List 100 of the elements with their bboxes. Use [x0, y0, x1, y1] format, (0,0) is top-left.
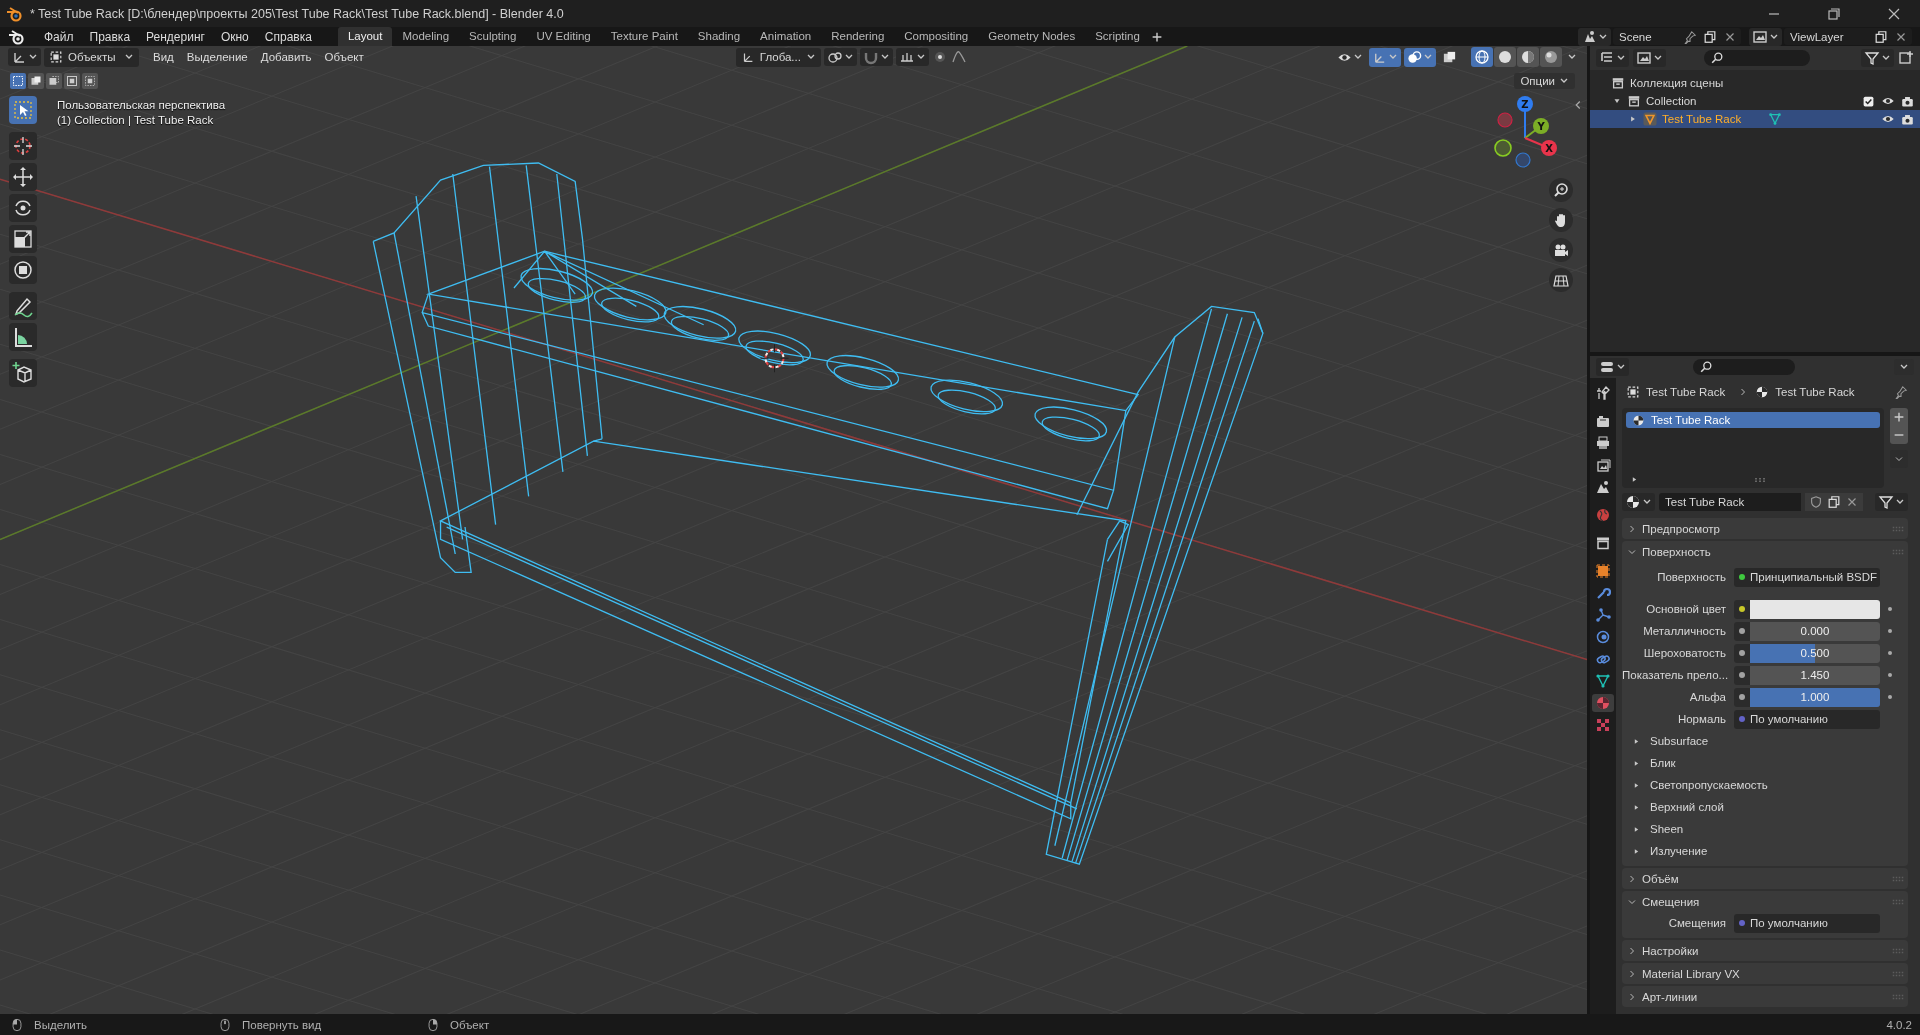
panel-header[interactable]: Поверхность [1622, 541, 1908, 562]
slider[interactable]: 1.000 [1750, 687, 1880, 707]
keyframe-dot-icon[interactable] [1887, 694, 1893, 700]
workspace-tab[interactable]: Texture Paint [600, 27, 688, 46]
add-cube-tool[interactable] [9, 359, 37, 387]
falloff-icon[interactable] [950, 49, 967, 65]
socket-icon[interactable] [1738, 605, 1746, 613]
material-browse-selector[interactable] [1622, 493, 1655, 511]
scale-tool[interactable] [9, 225, 37, 253]
annotate-tool[interactable] [9, 292, 37, 320]
negative-axis-handle[interactable] [1515, 152, 1531, 168]
view-layer-field[interactable]: ViewLayer [1784, 28, 1912, 45]
panel-header[interactable]: Объём [1622, 868, 1908, 889]
panel-header[interactable]: Арт-линии [1622, 986, 1908, 1007]
cursor-tool[interactable] [9, 132, 37, 160]
restore-icon[interactable] [1826, 5, 1842, 22]
color-swatch[interactable] [1750, 599, 1880, 619]
scene-field[interactable]: Scene [1613, 28, 1741, 45]
editor-type-selector[interactable] [1596, 49, 1629, 67]
selection-mode-button[interactable] [28, 73, 44, 89]
number-field[interactable]: 1.450 [1750, 665, 1880, 685]
breadcrumb-item[interactable]: Test Tube Rack [1775, 386, 1855, 398]
socket-icon[interactable] [1738, 693, 1746, 701]
measure-tool[interactable] [9, 323, 37, 351]
filter-selector[interactable] [1861, 49, 1894, 67]
search-field[interactable] [1704, 50, 1810, 66]
material-name-field[interactable]: Test Tube Rack [1659, 493, 1801, 511]
subpanel-header[interactable]: Subsurface [1632, 735, 1709, 747]
zoom-icon[interactable] [1553, 182, 1569, 198]
expand-icon[interactable] [1630, 475, 1639, 484]
menu-item[interactable]: Справка [256, 29, 320, 44]
search-field[interactable] [1693, 359, 1795, 375]
subpanel-header[interactable]: Излучение [1632, 845, 1708, 857]
keyframe-dot-icon[interactable] [1887, 628, 1893, 634]
negative-axis-handle[interactable] [1497, 112, 1513, 128]
copy-icon[interactable] [1874, 29, 1888, 44]
axis-handle[interactable]: Z [1517, 96, 1533, 139]
select-box-tool[interactable] [9, 96, 37, 124]
socket-icon[interactable] [1738, 627, 1746, 635]
outliner-row[interactable]: Collection [1590, 92, 1920, 110]
keyframe-dot-icon[interactable] [1887, 606, 1893, 612]
checkbox-icon[interactable] [1862, 94, 1875, 108]
axis-handle[interactable]: Y [1524, 118, 1549, 139]
orientation-dropdown[interactable]: Глоба... [735, 47, 821, 67]
menu-item[interactable]: Добавить [255, 51, 317, 63]
shading-button[interactable] [1494, 47, 1516, 67]
display-mode-selector[interactable] [1633, 49, 1666, 67]
slider[interactable]: 0.500 [1750, 643, 1880, 663]
workspace-tab[interactable]: Geometry Nodes [978, 27, 1086, 46]
rotate-tool[interactable] [9, 194, 37, 222]
subpanel-header[interactable]: Sheen [1632, 823, 1684, 835]
workspace-tab[interactable]: Scripting [1085, 27, 1150, 46]
camera-icon[interactable] [1901, 112, 1914, 126]
outliner-row[interactable]: Коллекция сцены [1590, 74, 1920, 92]
wireframe-drawing[interactable] [372, 162, 1264, 865]
workspace-tab[interactable]: Sculpting [459, 27, 527, 46]
snap-target-selector[interactable] [895, 48, 929, 66]
shading-button[interactable] [1517, 47, 1539, 67]
menu-item[interactable]: Правка [81, 29, 139, 44]
breadcrumb-item[interactable]: Test Tube Rack [1646, 386, 1726, 398]
selection-mode-button[interactable] [82, 73, 98, 89]
socket-icon[interactable] [1738, 649, 1746, 657]
overlays-toggle[interactable] [1404, 47, 1436, 67]
negative-axis-handle[interactable] [1494, 139, 1512, 157]
axis-handle[interactable]: X [1524, 137, 1557, 156]
panel-header[interactable]: Настройки [1622, 940, 1908, 961]
blender-menu-icon[interactable] [8, 28, 24, 45]
panel-header[interactable]: Material Library VX [1622, 963, 1908, 984]
resize-handle-icon[interactable] [1754, 477, 1765, 482]
navigation-gizmo[interactable]: Z Y X [1479, 92, 1563, 172]
copy-icon[interactable] [1827, 495, 1841, 509]
link-selector[interactable] [1875, 493, 1908, 511]
move-tool[interactable] [9, 163, 37, 191]
editor-type-selector[interactable] [1596, 358, 1629, 376]
camera-icon[interactable] [1553, 242, 1569, 258]
keyframe-dot-icon[interactable] [1887, 672, 1893, 678]
workspace-tab[interactable]: Rendering [821, 27, 895, 46]
workspace-tab[interactable]: Shading [687, 27, 751, 46]
workspace-tab[interactable]: Animation [750, 27, 822, 46]
subpanel-header[interactable]: Блик [1632, 757, 1676, 769]
workspace-tab[interactable]: UV Editing [526, 27, 601, 46]
subpanel-header[interactable]: Верхний слой [1632, 801, 1724, 813]
pin-icon[interactable] [1683, 29, 1697, 44]
socket-icon[interactable] [1738, 573, 1746, 581]
panel-header[interactable]: Смещения [1622, 891, 1908, 912]
transform-tool[interactable] [9, 256, 37, 284]
panel-header[interactable]: Предпросмотр [1622, 518, 1908, 539]
selection-mode-button[interactable] [64, 73, 80, 89]
selection-mode-button[interactable] [46, 73, 62, 89]
menu-item[interactable]: Окно [212, 29, 257, 44]
menu-item[interactable]: Вид [148, 51, 179, 63]
socket-icon[interactable] [1738, 671, 1746, 679]
workspace-tab[interactable]: Layout [337, 27, 393, 46]
node-link-field[interactable]: По умолчанию [1734, 709, 1880, 729]
new-collection-icon[interactable] [1898, 50, 1914, 66]
snap-toggle[interactable] [859, 48, 893, 66]
pin-icon[interactable] [1894, 385, 1908, 399]
menu-item[interactable]: Рендеринг [138, 29, 213, 44]
options-dropdown[interactable]: Опции [1514, 73, 1575, 89]
slider[interactable]: 0.000 [1750, 621, 1880, 641]
